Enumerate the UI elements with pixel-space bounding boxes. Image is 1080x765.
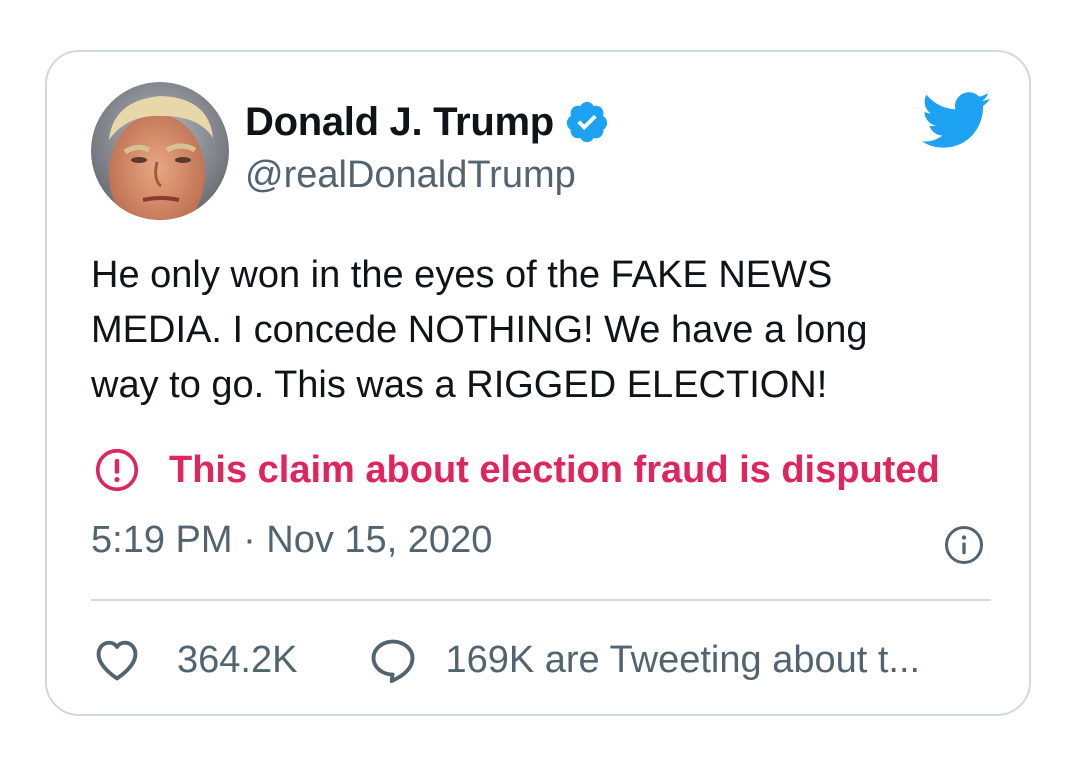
conversation-label: 169K are Tweeting about t... — [445, 638, 921, 681]
speech-bubble-icon — [372, 639, 415, 683]
tweet-line: He only won in the eyes of the FAKE NEWS — [91, 254, 833, 296]
exclamation-circle-icon — [95, 448, 139, 492]
tweet-text: He only won in the eyes of the FAKE NEWS… — [91, 248, 971, 413]
heart-icon — [96, 640, 138, 681]
avatar-image — [91, 82, 229, 220]
tweet-line: MEDIA. I concede NOTHING! We have a long — [91, 309, 868, 351]
verified-badge-icon — [566, 101, 607, 143]
conversation-button[interactable]: 169K are Tweeting about t... — [367, 634, 920, 686]
author-row: Donald J. Trump — [245, 98, 610, 146]
tweet-line: way to go. This was a RIGGED ELECTION! — [91, 364, 828, 406]
divider — [91, 599, 991, 601]
like-count: 364.2K — [177, 638, 298, 681]
twitter-bird-icon[interactable] — [919, 90, 991, 150]
author-handle[interactable]: @realDonaldTrump — [245, 154, 576, 197]
disputed-claim-text[interactable]: This claim about election fraud is dispu… — [169, 449, 940, 492]
avatar[interactable] — [91, 82, 229, 220]
like-button[interactable]: 364.2K — [91, 634, 297, 686]
disputed-claim-label[interactable]: This claim about election fraud is dispu… — [95, 445, 940, 495]
info-icon[interactable] — [944, 525, 984, 565]
tweet-card: Donald J. Trump @realDonaldTrump He only… — [45, 50, 1031, 716]
action-bar: 364.2K 169K are Tweeting about t... — [91, 630, 920, 690]
tweet-timestamp[interactable]: 5:19 PM · Nov 15, 2020 — [91, 519, 492, 562]
author-name[interactable]: Donald J. Trump — [245, 100, 554, 145]
